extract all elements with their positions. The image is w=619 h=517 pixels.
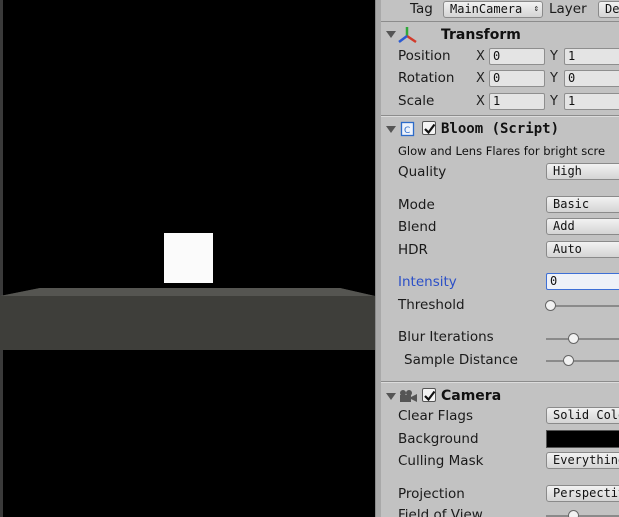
divider-highlight bbox=[381, 382, 619, 383]
tag-dropdown[interactable]: MainCamera ⇕ bbox=[443, 1, 543, 18]
tag-value: MainCamera bbox=[450, 2, 523, 16]
scale-y-field[interactable]: 1 bbox=[564, 93, 619, 110]
rotation-label: Rotation bbox=[398, 70, 455, 86]
position-label: Position bbox=[398, 48, 451, 64]
inspector-gutter bbox=[376, 0, 381, 517]
culling-mask-label: Culling Mask bbox=[398, 453, 484, 469]
script-file-icon: C bbox=[400, 121, 415, 137]
scale-x-axis-label: X bbox=[476, 94, 485, 109]
blur-iterations-label: Blur Iterations bbox=[398, 329, 494, 345]
camera-fold-arrow-icon[interactable] bbox=[386, 393, 396, 400]
dropdown-arrows-icon: ⇕ bbox=[533, 4, 539, 14]
clear-flags-dropdown[interactable]: Solid Color bbox=[546, 407, 619, 424]
hdr-label: HDR bbox=[398, 242, 428, 258]
bloom-title: Bloom (Script) bbox=[441, 121, 560, 137]
layer-value: De bbox=[605, 2, 619, 16]
checkmark-icon bbox=[424, 123, 436, 135]
tag-label: Tag bbox=[410, 1, 433, 17]
blend-dropdown[interactable]: Add bbox=[546, 218, 619, 235]
position-y-field[interactable]: 1 bbox=[564, 48, 619, 65]
scale-x-field[interactable]: 1 bbox=[489, 93, 545, 110]
camera-title: Camera bbox=[441, 388, 502, 404]
hdr-dropdown[interactable]: Auto bbox=[546, 241, 619, 258]
transform-title: Transform bbox=[441, 27, 521, 43]
scale-y-axis-label: Y bbox=[550, 94, 558, 109]
field-of-view-label: Field of View bbox=[398, 507, 483, 517]
quality-dropdown[interactable]: High bbox=[546, 163, 619, 180]
field-of-view-slider-thumb[interactable] bbox=[568, 510, 579, 517]
rotation-x-field[interactable]: 0 bbox=[489, 70, 545, 87]
sample-distance-slider-thumb[interactable] bbox=[563, 355, 574, 366]
threshold-label: Threshold bbox=[398, 297, 465, 313]
svg-text:C: C bbox=[404, 126, 410, 136]
camera-enabled-checkbox[interactable] bbox=[422, 388, 436, 402]
camera-icon bbox=[400, 390, 417, 402]
divider-highlight bbox=[381, 116, 619, 117]
inspector-panel: Tag MainCamera ⇕ Layer De Transform Posit… bbox=[375, 0, 619, 517]
clear-flags-label: Clear Flags bbox=[398, 408, 473, 424]
projection-dropdown[interactable]: Perspective bbox=[546, 485, 619, 502]
culling-mask-dropdown[interactable]: Everything bbox=[546, 452, 619, 469]
threshold-slider-track[interactable] bbox=[546, 305, 619, 307]
blur-iterations-slider-thumb[interactable] bbox=[568, 333, 579, 344]
intensity-field[interactable]: 0 bbox=[546, 273, 619, 290]
rotation-y-axis-label: Y bbox=[550, 71, 558, 86]
background-label: Background bbox=[398, 431, 479, 447]
transform-axes-icon bbox=[398, 27, 417, 44]
intensity-label: Intensity bbox=[398, 274, 457, 290]
bloom-enabled-checkbox[interactable] bbox=[422, 121, 436, 135]
divider bbox=[381, 21, 619, 22]
checkmark-icon bbox=[424, 390, 436, 402]
layer-dropdown[interactable]: De bbox=[598, 1, 619, 18]
blend-label: Blend bbox=[398, 219, 437, 235]
quality-label: Quality bbox=[398, 164, 447, 180]
cube-object[interactable] bbox=[164, 233, 213, 283]
layer-label: Layer bbox=[549, 1, 587, 17]
scene-view[interactable] bbox=[0, 0, 375, 517]
mode-dropdown[interactable]: Basic bbox=[546, 196, 619, 213]
floor-plane bbox=[0, 288, 375, 350]
rotation-x-axis-label: X bbox=[476, 71, 485, 86]
bloom-fold-arrow-icon[interactable] bbox=[386, 126, 396, 133]
transform-fold-arrow-icon[interactable] bbox=[386, 31, 396, 38]
position-y-axis-label: Y bbox=[550, 49, 558, 64]
scale-label: Scale bbox=[398, 93, 435, 109]
threshold-slider-thumb[interactable] bbox=[545, 300, 556, 311]
bloom-description: Glow and Lens Flares for bright scre bbox=[398, 144, 606, 158]
background-color-swatch[interactable] bbox=[546, 430, 619, 448]
rotation-y-field[interactable]: 0 bbox=[564, 70, 619, 87]
projection-label: Projection bbox=[398, 486, 465, 502]
sample-distance-slider-track[interactable] bbox=[546, 360, 619, 362]
scene-left-border bbox=[0, 0, 3, 517]
mode-label: Mode bbox=[398, 197, 435, 213]
sample-distance-label: Sample Distance bbox=[404, 352, 518, 368]
position-x-field[interactable]: 0 bbox=[489, 48, 545, 65]
position-x-axis-label: X bbox=[476, 49, 485, 64]
blur-iterations-slider-track[interactable] bbox=[546, 338, 619, 340]
